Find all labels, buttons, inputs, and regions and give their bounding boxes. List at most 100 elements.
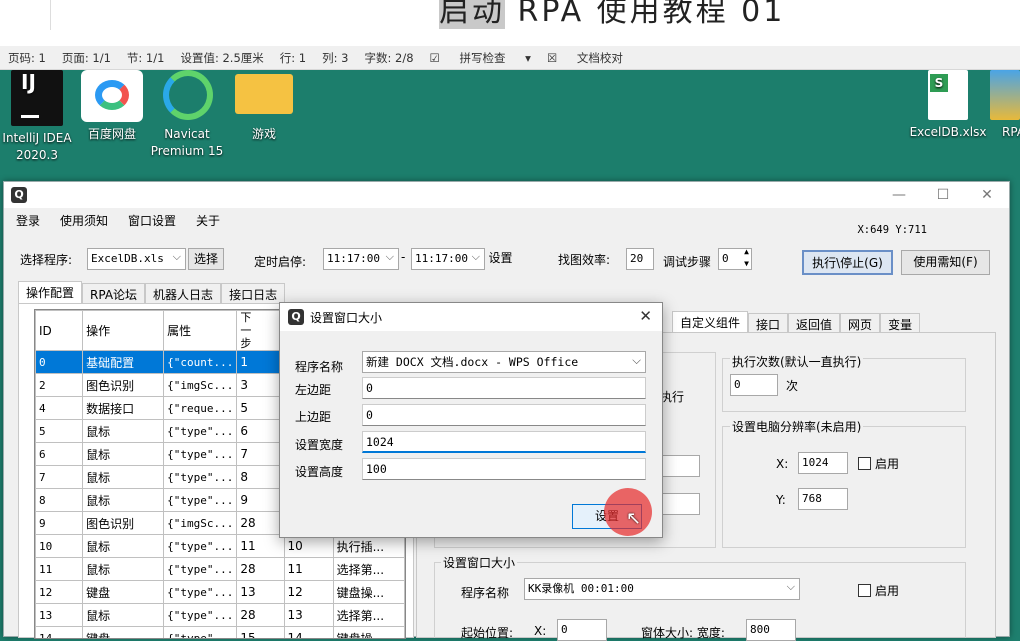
cell-next[interactable]: 15 [236,626,285,638]
res-enable-checkbox[interactable]: 启用 [858,455,899,472]
cell-attr[interactable]: {"count... [163,350,238,374]
timer-end-select[interactable]: 11:17:00 [411,248,485,270]
timer-start-select[interactable]: 11:17:00 [323,248,399,270]
cell-attr[interactable]: {"type"... [163,603,238,627]
cell-id[interactable]: 14 [35,626,84,638]
menu-login[interactable]: 登录 [16,212,40,229]
cell-op[interactable]: 图色识别 [82,373,165,397]
dialog-program-select[interactable]: 新建 DOCX 文档.docx - WPS Office [362,350,646,373]
cell-next[interactable]: 1 [236,350,285,374]
cell-next[interactable]: 8 [236,465,285,489]
table-row[interactable]: 11 鼠标 {"type"... 28 11 选择第... [35,557,405,581]
cell-op[interactable]: 键盘 [82,580,165,604]
cell-op[interactable]: 鼠标 [82,557,165,581]
col-header-next[interactable]: 下一步 [236,310,285,351]
cell-id[interactable]: 13 [35,603,84,627]
cell-attr[interactable]: {"type"... [163,419,238,443]
partial-input-2[interactable] [660,493,700,515]
desktop-icon-games[interactable]: 游戏 [224,70,304,143]
col-header-op[interactable]: 操作 [82,310,165,351]
cell-attr[interactable]: {"reque... [163,396,238,420]
partial-input-1[interactable] [660,455,700,477]
find-efficiency-input[interactable]: 20 [626,248,654,270]
close-icon[interactable]: ✕ [965,182,1009,208]
stepper-arrows-icon[interactable]: ▲ ▼ [744,249,749,269]
cell-attr[interactable]: {"type"... [163,626,238,638]
cell-id[interactable]: 9 [35,511,84,535]
cell-c6[interactable]: 选择第... [332,603,405,627]
cell-id[interactable]: 8 [35,488,84,512]
dialog-left-input[interactable]: 0 [362,377,646,399]
cell-c6[interactable]: 键盘操... [332,580,405,604]
cell-attr[interactable]: {"imgSc... [163,373,238,397]
cell-op[interactable]: 鼠标 [82,603,165,627]
desktop-icon-baidu[interactable]: 百度网盘 [72,70,152,143]
cell-next[interactable]: 28 [236,557,285,581]
cell-id[interactable]: 6 [35,442,84,466]
winsize-program-select[interactable]: KK录像机 00:01:00 [524,578,800,600]
menu-about[interactable]: 关于 [196,212,220,229]
cell-id[interactable]: 11 [35,557,84,581]
app-titlebar[interactable]: Q — ☐ ✕ [4,182,1009,208]
cell-next[interactable]: 6 [236,419,285,443]
cell-next[interactable]: 5 [236,396,285,420]
cell-attr[interactable]: {"type"... [163,465,238,489]
cell-op[interactable]: 图色识别 [82,511,165,535]
document-title[interactable]: 启动 RPA 使用教程 01 [439,0,785,30]
start-x-input[interactable]: 0 [557,619,607,641]
timer-set-button[interactable]: 设置 [485,248,516,270]
close-icon[interactable]: ✕ [639,307,652,325]
cell-op[interactable]: 数据接口 [82,396,165,420]
cell-attr[interactable]: {"type"... [163,442,238,466]
cell-next[interactable]: 28 [236,511,285,535]
cell-id[interactable]: 12 [35,580,84,604]
tab-interface[interactable]: 接口 [748,313,789,333]
usage-notice-button[interactable]: 使用需知(F) [901,250,990,275]
desktop-icon-navicat[interactable]: Navicat Premium 15 [147,70,227,160]
cell-c5[interactable]: 11 [283,557,334,581]
cell-attr[interactable]: {"imgSc... [163,511,238,535]
tab-return-value[interactable]: 返回值 [788,313,841,333]
cell-next[interactable]: 7 [236,442,285,466]
dialog-height-input[interactable]: 100 [362,458,646,480]
exec-count-input[interactable]: 0 [730,374,778,396]
spell-check-button[interactable]: ☑ 拼写检查 ▾ [430,50,531,66]
tab-webpage[interactable]: 网页 [840,313,881,333]
cell-next[interactable]: 28 [236,603,285,627]
cell-id[interactable]: 10 [35,534,84,558]
window-width-input[interactable]: 800 [746,619,796,641]
select-program-button[interactable]: 选择 [188,248,224,270]
cell-op[interactable]: 鼠标 [82,465,165,489]
status-wordcount[interactable]: 字数: 2/8 [365,50,414,66]
minimize-icon[interactable]: — [877,182,921,208]
cell-c5[interactable]: 12 [283,580,334,604]
cell-c5[interactable]: 13 [283,603,334,627]
cell-op[interactable]: 鼠标 [82,488,165,512]
cell-next[interactable]: 9 [236,488,285,512]
tab-custom-component[interactable]: 自定义组件 [672,311,749,333]
col-header-attr[interactable]: 属性 [163,310,238,351]
cell-c6[interactable]: 选择第... [332,557,405,581]
winsize-enable-checkbox[interactable]: 启用 [858,582,899,599]
tab-variable[interactable]: 变量 [880,313,921,333]
doc-proof-button[interactable]: ☒ 文档校对 [547,50,639,66]
execute-stop-button[interactable]: 执行\停止(G) [802,250,893,275]
res-x-input[interactable]: 1024 [798,452,848,474]
document-page[interactable]: 启动 RPA 使用教程 01 [50,0,1020,30]
tab-interface-log[interactable]: 接口日志 [221,283,286,303]
cell-id[interactable]: 5 [35,419,84,443]
table-row[interactable]: 14 键盘 {"type"... 15 14 键盘操... [35,626,405,638]
tab-rpa-forum[interactable]: RPA论坛 [82,283,146,303]
cell-c6[interactable]: 键盘操... [332,626,405,638]
cell-next[interactable]: 11 [236,534,285,558]
tab-robot-log[interactable]: 机器人日志 [145,283,222,303]
debug-step-stepper[interactable]: 0 ▲ ▼ [718,248,752,270]
cell-op[interactable]: 基础配置 [82,350,165,374]
menu-window-settings[interactable]: 窗口设置 [128,212,176,229]
cell-next[interactable]: 3 [236,373,285,397]
cell-id[interactable]: 0 [35,350,84,374]
cell-attr[interactable]: {"type"... [163,557,238,581]
desktop-icon-rpa[interactable]: RPA [980,70,1020,141]
cell-c5[interactable]: 14 [283,626,334,638]
cell-id[interactable]: 7 [35,465,84,489]
